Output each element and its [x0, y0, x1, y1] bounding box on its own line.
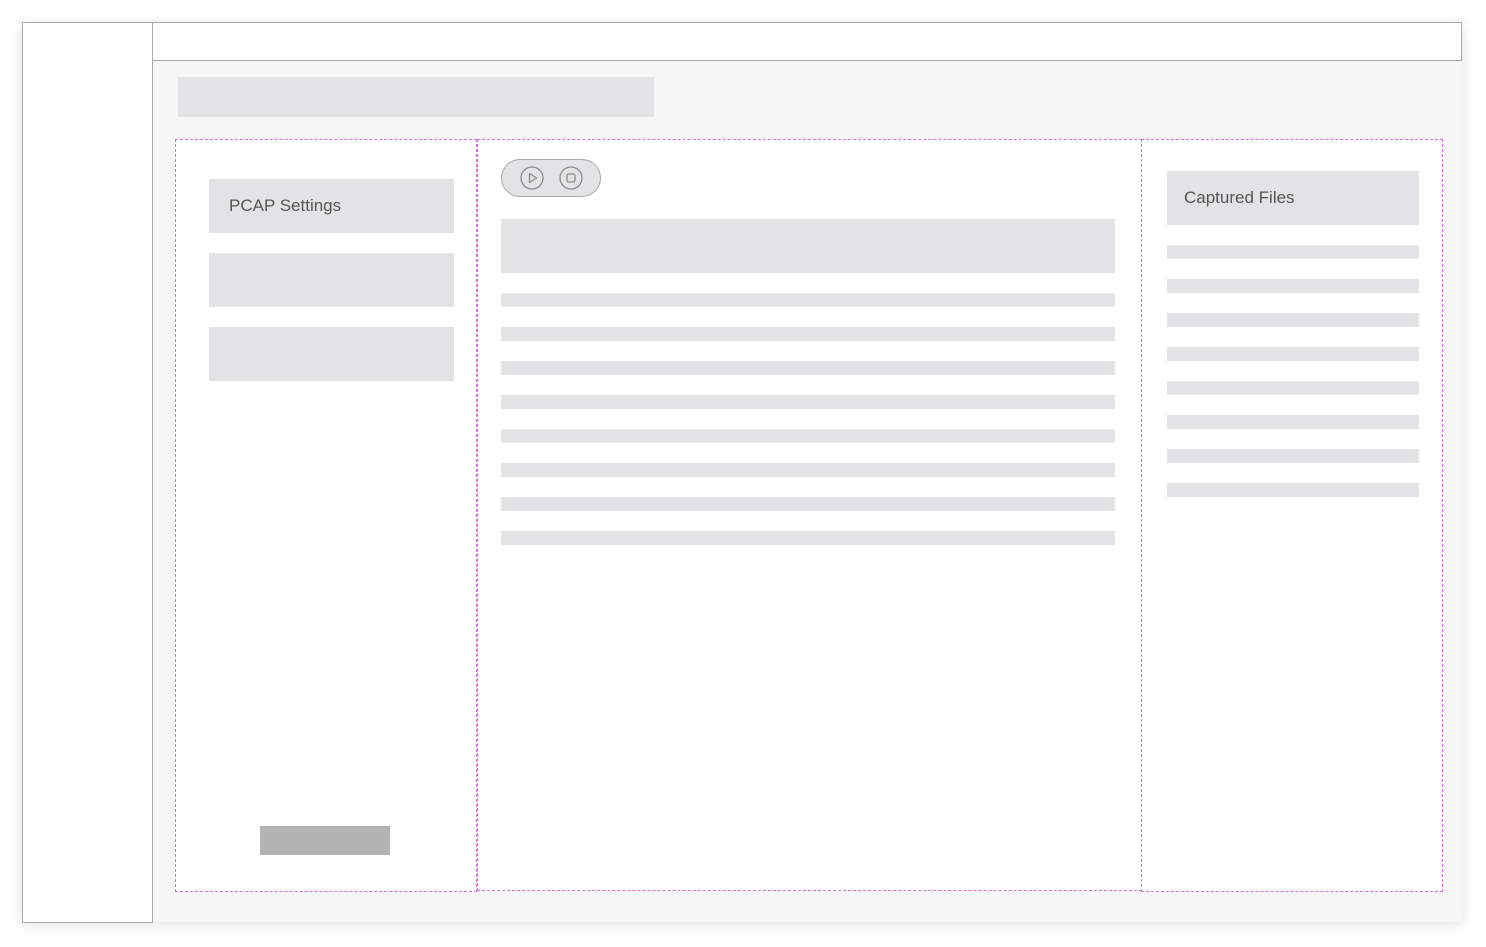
captured-file-item[interactable]	[1167, 347, 1419, 361]
apply-button[interactable]	[260, 826, 390, 855]
stop-icon[interactable]	[559, 166, 583, 190]
settings-panel: PCAP Settings	[175, 139, 477, 892]
packet-row[interactable]	[501, 361, 1115, 375]
captured-files-title: Captured Files	[1167, 171, 1419, 225]
packet-row[interactable]	[501, 463, 1115, 477]
capture-controls	[501, 159, 601, 197]
captured-files-panel: Captured Files	[1141, 139, 1443, 892]
packet-row[interactable]	[501, 293, 1115, 307]
page-title-placeholder	[178, 77, 654, 117]
captured-file-item[interactable]	[1167, 483, 1419, 497]
app-window: PCAP Settings Captured Files	[22, 22, 1462, 923]
captured-file-item[interactable]	[1167, 245, 1419, 259]
captured-file-item[interactable]	[1167, 415, 1419, 429]
packet-row[interactable]	[501, 327, 1115, 341]
capture-header-placeholder	[501, 219, 1115, 273]
packet-row[interactable]	[501, 531, 1115, 545]
captured-file-item[interactable]	[1167, 279, 1419, 293]
packet-row[interactable]	[501, 497, 1115, 511]
packet-row[interactable]	[501, 395, 1115, 409]
captured-file-item[interactable]	[1167, 381, 1419, 395]
captured-file-item[interactable]	[1167, 449, 1419, 463]
packet-row[interactable]	[501, 429, 1115, 443]
settings-item-placeholder[interactable]	[209, 253, 454, 307]
settings-item-placeholder[interactable]	[209, 327, 454, 381]
settings-item-pcap[interactable]: PCAP Settings	[209, 179, 454, 233]
play-icon[interactable]	[520, 166, 544, 190]
captured-file-item[interactable]	[1167, 313, 1419, 327]
capture-panel	[477, 139, 1142, 891]
left-navigation-rail	[22, 22, 153, 923]
top-bar	[152, 22, 1462, 61]
